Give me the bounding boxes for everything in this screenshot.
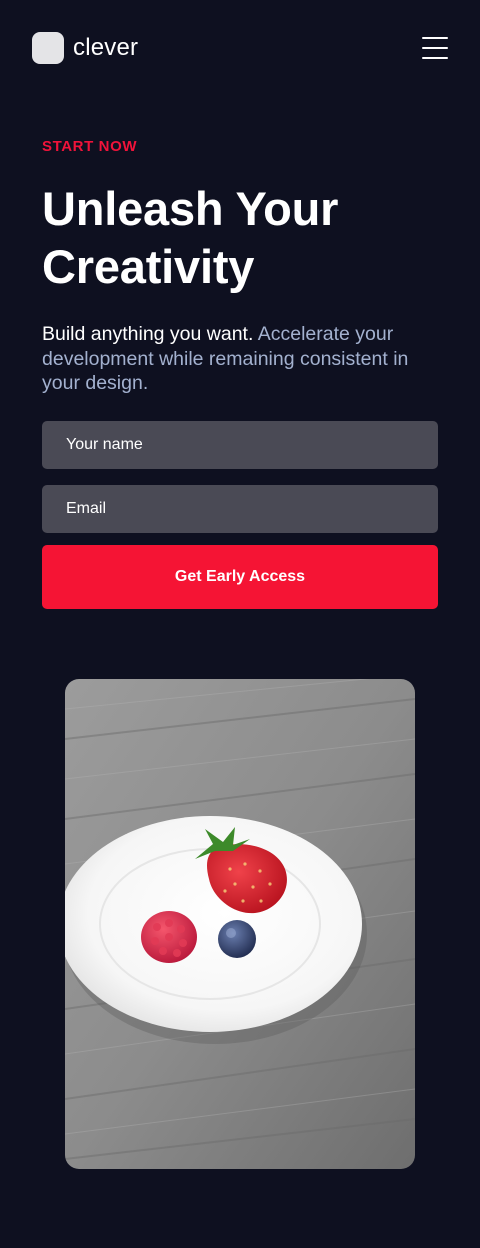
hero-section: START NOW Unleash Your Creativity Build … (42, 136, 438, 609)
logo-square-icon (32, 32, 64, 64)
headline-line-1: Unleash Your (42, 182, 339, 235)
hero-headline: Unleash Your Creativity (42, 180, 438, 296)
menu-line (422, 37, 448, 39)
brand-name: clever (73, 34, 139, 61)
menu-line (422, 57, 448, 59)
headline-line-2: Creativity (42, 240, 255, 293)
email-input[interactable] (42, 484, 438, 533)
brand-logo[interactable]: clever (32, 32, 138, 64)
hero-image (65, 679, 415, 1169)
name-input[interactable] (42, 420, 438, 469)
get-early-access-button[interactable]: Get Early Access (42, 544, 438, 609)
lead-strong-text: Build anything you want. (42, 323, 254, 345)
menu-line (422, 47, 448, 49)
berries-on-plate-photo (65, 679, 415, 1169)
signup-form: Get Early Access (42, 420, 438, 609)
hero-lead: Build anything you want. Accelerate your… (42, 322, 438, 396)
top-bar: clever (32, 32, 448, 64)
eyebrow-label: START NOW (42, 138, 138, 155)
hamburger-menu-icon[interactable] (422, 35, 448, 61)
